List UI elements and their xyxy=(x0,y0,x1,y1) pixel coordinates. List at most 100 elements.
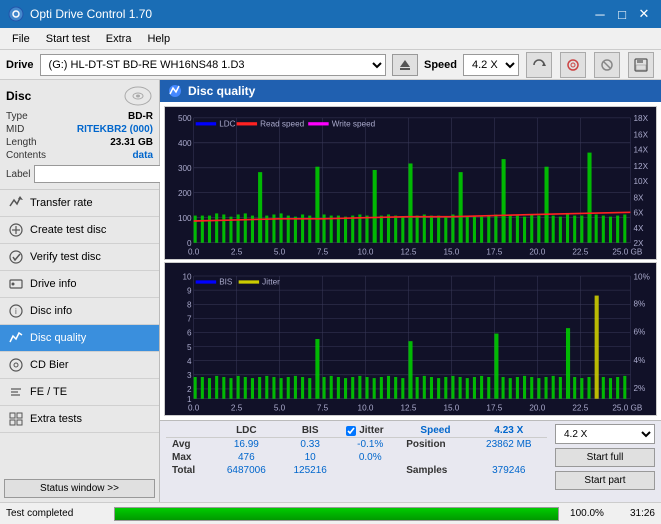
row-total-ldc: 6487006 xyxy=(213,464,281,477)
svg-text:10.0: 10.0 xyxy=(358,402,374,412)
svg-text:2%: 2% xyxy=(633,383,645,393)
nav-label-transfer-rate: Transfer rate xyxy=(30,197,93,209)
sidebar-item-drive-info[interactable]: Drive info xyxy=(0,271,159,298)
sidebar-item-fe-te[interactable]: FE / TE xyxy=(0,379,159,406)
contents-value: data xyxy=(132,150,153,161)
right-controls: 4.2 X Start full Start part xyxy=(555,424,655,490)
mid-label: MID xyxy=(6,124,24,135)
svg-text:7.5: 7.5 xyxy=(317,402,329,412)
sidebar-item-extra-tests[interactable]: Extra tests xyxy=(0,406,159,433)
svg-text:20.0: 20.0 xyxy=(529,246,545,256)
svg-text:8X: 8X xyxy=(633,192,643,202)
svg-text:4: 4 xyxy=(187,356,192,366)
nav-label-cd-bier: CD Bier xyxy=(30,359,69,371)
sidebar-item-transfer-rate[interactable]: Transfer rate xyxy=(0,190,159,217)
col-speed-val: 4.23 X xyxy=(471,424,547,438)
svg-text:7: 7 xyxy=(187,313,192,323)
app-icon xyxy=(8,6,24,22)
progress-time: 31:26 xyxy=(615,508,655,519)
app-title: Opti Drive Control 1.70 xyxy=(8,6,152,22)
sidebar: Disc Type BD-R MID RITEKBR2 (000) Length xyxy=(0,80,160,502)
svg-text:20.0: 20.0 xyxy=(529,402,545,412)
sidebar-item-create-test-disc[interactable]: Create test disc xyxy=(0,217,159,244)
chart-header-icon xyxy=(168,84,182,98)
menu-start-test[interactable]: Start test xyxy=(38,31,98,47)
row-max-bis: 10 xyxy=(280,451,340,464)
save-button[interactable] xyxy=(628,52,654,78)
start-part-button[interactable]: Start part xyxy=(555,471,655,490)
disc-image-icon xyxy=(123,86,153,106)
window-controls: ─ □ ✕ xyxy=(591,5,653,23)
svg-text:Write speed: Write speed xyxy=(332,118,376,128)
refresh-button[interactable] xyxy=(526,52,552,78)
length-label: Length xyxy=(6,137,37,148)
burn-button[interactable] xyxy=(560,52,586,78)
svg-text:2.5: 2.5 xyxy=(231,402,243,412)
row-max-ldc: 476 xyxy=(213,451,281,464)
top-chart: 500 400 300 200 100 0 18X 16X 14X 12X 10… xyxy=(164,106,657,260)
row-avg-speed-label: Position xyxy=(400,438,470,452)
menu-extra[interactable]: Extra xyxy=(98,31,140,47)
svg-text:6: 6 xyxy=(187,328,192,338)
col-jitter-check: Jitter xyxy=(340,424,400,438)
svg-text:9: 9 xyxy=(187,285,192,295)
chart-area: Disc quality xyxy=(160,80,661,502)
svg-text:10.0: 10.0 xyxy=(358,246,374,256)
svg-text:10%: 10% xyxy=(633,271,650,281)
row-max-empty2 xyxy=(471,451,547,464)
status-window-button[interactable]: Status window >> xyxy=(4,479,155,498)
type-label: Type xyxy=(6,111,28,122)
svg-text:4X: 4X xyxy=(633,223,643,233)
row-max-label: Max xyxy=(166,451,213,464)
svg-text:Jitter: Jitter xyxy=(262,276,280,286)
label-input[interactable] xyxy=(34,165,172,183)
menu-file[interactable]: File xyxy=(4,31,38,47)
progress-bar-fill xyxy=(115,508,558,520)
disc-quality-icon xyxy=(8,330,24,346)
start-full-button[interactable]: Start full xyxy=(555,448,655,467)
svg-text:200: 200 xyxy=(178,188,192,198)
minimize-button[interactable]: ─ xyxy=(591,5,609,23)
length-value: 23.31 GB xyxy=(110,137,153,148)
svg-text:i: i xyxy=(15,307,17,316)
charts-container: 500 400 300 200 100 0 18X 16X 14X 12X 10… xyxy=(160,102,661,420)
status-text: Test completed xyxy=(6,508,106,519)
row-avg-jitter: -0.1% xyxy=(340,438,400,452)
col-bis: BIS xyxy=(280,424,340,438)
chart-title: Disc quality xyxy=(188,84,255,98)
progress-bar-container xyxy=(114,507,559,521)
create-disc-icon xyxy=(8,222,24,238)
row-total-samples-label: Samples xyxy=(400,464,470,477)
row-max-empty xyxy=(400,451,470,464)
label-label: Label xyxy=(6,169,30,180)
svg-text:0.0: 0.0 xyxy=(188,402,200,412)
sidebar-item-verify-test-disc[interactable]: Verify test disc xyxy=(0,244,159,271)
speed-control-select[interactable]: 4.2 X xyxy=(555,424,655,444)
sidebar-item-cd-bier[interactable]: CD Bier xyxy=(0,352,159,379)
nav-label-extra-tests: Extra tests xyxy=(30,413,82,425)
svg-text:500: 500 xyxy=(178,113,192,123)
nav-label-verify-test-disc: Verify test disc xyxy=(30,251,101,263)
save-icon xyxy=(634,58,648,72)
eject-button[interactable] xyxy=(392,54,418,76)
svg-text:12.5: 12.5 xyxy=(400,402,416,412)
disc-icon xyxy=(566,58,580,72)
nav-label-create-test-disc: Create test disc xyxy=(30,224,106,236)
stats-table: LDC BIS Jitter Speed 4.23 X xyxy=(166,424,547,477)
speed-select[interactable]: 4.2 X xyxy=(463,54,519,76)
verify-disc-icon xyxy=(8,249,24,265)
drivebar: Drive (G:) HL-DT-ST BD-RE WH16NS48 1.D3 … xyxy=(0,50,661,80)
erase-button[interactable] xyxy=(594,52,620,78)
sidebar-item-disc-quality[interactable]: Disc quality xyxy=(0,325,159,352)
jitter-checkbox[interactable] xyxy=(346,426,356,436)
close-button[interactable]: ✕ xyxy=(635,5,653,23)
menu-help[interactable]: Help xyxy=(139,31,178,47)
row-avg-ldc: 16.99 xyxy=(213,438,281,452)
svg-text:4%: 4% xyxy=(633,355,645,365)
erase-icon xyxy=(600,58,614,72)
row-avg-bis: 0.33 xyxy=(280,438,340,452)
maximize-button[interactable]: □ xyxy=(613,5,631,23)
sidebar-item-disc-info[interactable]: i Disc info xyxy=(0,298,159,325)
drive-select[interactable]: (G:) HL-DT-ST BD-RE WH16NS48 1.D3 xyxy=(40,54,386,76)
svg-text:10: 10 xyxy=(183,271,192,281)
